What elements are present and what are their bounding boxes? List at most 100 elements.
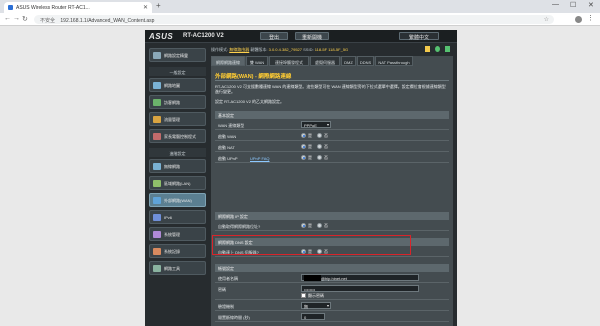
sidebar-item-traffic-manager[interactable]: 流量管理 bbox=[149, 112, 206, 126]
close-window-icon[interactable]: ✕ bbox=[588, 1, 594, 9]
reload-icon[interactable]: ↻ bbox=[22, 15, 28, 23]
maximize-icon[interactable]: ☐ bbox=[570, 1, 576, 9]
sidebar-item-system-log[interactable]: 系統記錄 bbox=[149, 244, 206, 258]
back-icon[interactable]: ← bbox=[4, 15, 11, 22]
close-tab-icon[interactable]: ✕ bbox=[143, 4, 148, 11]
idle-row: 閒置斷線時間 (秒) 0 bbox=[215, 311, 449, 322]
language-select[interactable]: 繁體中文 bbox=[399, 32, 439, 41]
yes-label: 是 bbox=[308, 144, 312, 149]
auto-ip-row: 自動取得網際網路位址? 是 否 bbox=[215, 220, 449, 231]
yes-label: 是 bbox=[308, 223, 312, 228]
idle-value: 0 bbox=[304, 315, 307, 320]
minimize-icon[interactable]: — bbox=[552, 1, 559, 8]
new-tab-icon[interactable]: + bbox=[156, 1, 161, 10]
no-label: 否 bbox=[324, 155, 328, 160]
tab-ddns[interactable]: DDNS bbox=[357, 56, 374, 66]
title-divider bbox=[215, 80, 449, 81]
tab-port-trigger[interactable]: 連接埠觸發程式 bbox=[269, 56, 309, 66]
sidebar-item-setup-wizard-icon bbox=[153, 52, 161, 59]
mode-label: 操作模式: bbox=[211, 47, 229, 52]
enable-upnp-no-radio[interactable] bbox=[317, 155, 322, 160]
wan-type-label: WAN 連線類型 bbox=[218, 123, 245, 128]
sidebar-item-network-tools[interactable]: 網路工具 bbox=[149, 261, 206, 275]
show-password-checkbox[interactable] bbox=[301, 293, 306, 298]
ssid-label: SSID: bbox=[303, 47, 314, 52]
enable-nat-label: 啟動 NAT bbox=[218, 145, 235, 150]
ssid-value-1: 118-5F bbox=[314, 47, 328, 52]
tab-internet-connection[interactable]: 網際網路連線 bbox=[211, 56, 245, 66]
sidebar-item-wan[interactable]: 外部網路(WAN) bbox=[149, 193, 206, 207]
section-account-heading: 帳號設定 bbox=[215, 264, 449, 272]
asus-logo: ASUS bbox=[149, 32, 174, 41]
no-label: 否 bbox=[324, 223, 328, 228]
tab-nat-passthrough[interactable]: NAT Passthrough bbox=[375, 56, 413, 66]
chevron-down-icon: ▾ bbox=[326, 122, 329, 127]
wifi-status-icon[interactable] bbox=[435, 46, 440, 52]
tab-dual-wan[interactable]: 雙 WAN bbox=[246, 56, 268, 66]
enable-wan-no-radio[interactable] bbox=[317, 133, 322, 138]
password-row: 密碼 •••••••• 顯示密碼 bbox=[215, 283, 449, 300]
enable-nat-no-radio[interactable] bbox=[317, 144, 322, 149]
auth-value: 無 bbox=[304, 304, 308, 309]
sidebar-item-traffic-manager-icon bbox=[153, 116, 161, 123]
browser-tab-bar: ASUS Wireless Router RT-AC1... ✕ + — ☐ ✕ bbox=[0, 0, 600, 13]
enable-upnp-label: 啟動 UPnP bbox=[218, 156, 238, 161]
reboot-button[interactable]: 重新開機 bbox=[295, 32, 329, 41]
wan-type-select[interactable]: PPPoE ▾ bbox=[301, 121, 331, 128]
alert-icon[interactable] bbox=[425, 46, 430, 52]
sidebar-item-system-log-icon bbox=[153, 248, 161, 255]
auth-select[interactable]: 無 ▾ bbox=[301, 302, 331, 309]
browser-tab-title: ASUS Wireless Router RT-AC1... bbox=[16, 5, 90, 11]
auth-row: 驗證機制 無 ▾ bbox=[215, 300, 449, 311]
idle-input[interactable]: 0 bbox=[301, 313, 325, 320]
sidebar-item-wireless[interactable]: 無線網路 bbox=[149, 159, 206, 173]
router-top-bar: ASUS RT-AC1200 V2 登出 重新開機 繁體中文 bbox=[145, 30, 457, 43]
usb-status-icon[interactable] bbox=[445, 46, 450, 52]
ssid-value-2: 118-5F_5G bbox=[328, 47, 349, 52]
description-text: RT-AC1200 V2 可支援數種連線 WAN 的連線類型。這些類型可在 WA… bbox=[215, 84, 446, 94]
main-content: 網際網路連線雙 WAN 連接埠觸發程式 虛擬伺服器 DMZ DDNS NAT Passth… bbox=[211, 56, 453, 326]
wan-type-value: PPPoE bbox=[304, 123, 317, 128]
sidebar-item-parental-controls[interactable]: 家長電腦控制程式 bbox=[149, 129, 206, 143]
password-input[interactable]: •••••••• bbox=[301, 285, 419, 292]
idle-label: 閒置斷線時間 (秒) bbox=[218, 315, 250, 320]
mode-value[interactable]: 無線路由器 bbox=[229, 47, 249, 52]
firmware-value[interactable]: 3.0.0.4.382_79527 bbox=[269, 47, 302, 52]
sidebar-item-setup-wizard[interactable]: 網路設定精靈 bbox=[149, 48, 206, 62]
security-label[interactable]: 不安全 bbox=[40, 18, 55, 24]
section-ip-heading: 網際網路 IP 設定 bbox=[215, 212, 449, 220]
sidebar-item-network-map[interactable]: 網路地圖 bbox=[149, 78, 206, 92]
enable-upnp-yes-radio[interactable] bbox=[301, 155, 306, 160]
sidebar-item-administration[interactable]: 系統管理 bbox=[149, 227, 206, 241]
tab-dmz[interactable]: DMZ bbox=[341, 56, 356, 66]
username-label: 使用者名稱 bbox=[218, 276, 238, 281]
sidebar-item-lan[interactable]: 區域網路(LAN) bbox=[149, 176, 206, 190]
sidebar-item-network-map-icon bbox=[153, 82, 161, 89]
enable-nat-yes-radio[interactable] bbox=[301, 144, 306, 149]
address-bar[interactable]: 不安全 192.168.1.1/Advanced_WAN_Content.asp… bbox=[34, 15, 554, 24]
upnp-faq-link[interactable]: UPnP FAQ bbox=[250, 156, 270, 161]
yes-label: 是 bbox=[308, 133, 312, 138]
enable-upnp-row: 啟動 UPnP UPnP FAQ 是 否 bbox=[215, 152, 449, 163]
section-basic-heading: 基本設定 bbox=[215, 111, 449, 119]
username-row: 使用者名稱 @hip.hinet.net bbox=[215, 272, 449, 283]
username-input[interactable]: @hip.hinet.net bbox=[301, 274, 419, 281]
bookmark-star-icon[interactable]: ☆ bbox=[544, 16, 549, 23]
sidebar-item-guest-network-label: 訪客網路 bbox=[164, 100, 180, 105]
enable-wan-yes-radio[interactable] bbox=[301, 133, 306, 138]
logout-button[interactable]: 登出 bbox=[260, 32, 288, 41]
sidebar-item-lan-icon bbox=[153, 180, 161, 187]
browser-menu-icon[interactable]: ⋮ bbox=[587, 14, 594, 22]
forward-icon[interactable]: → bbox=[13, 15, 20, 22]
sidebar-item-administration-icon bbox=[153, 231, 161, 238]
profile-avatar[interactable] bbox=[575, 16, 582, 23]
tab-virtual-server[interactable]: 虛擬伺服器 bbox=[310, 56, 340, 66]
sidebar-item-guest-network[interactable]: 訪客網路 bbox=[149, 95, 206, 109]
browser-tab[interactable]: ASUS Wireless Router RT-AC1... ✕ bbox=[4, 2, 152, 13]
sidebar-item-system-log-label: 系統記錄 bbox=[164, 249, 180, 254]
auto-ip-yes-radio[interactable] bbox=[301, 223, 306, 228]
router-page: ASUS RT-AC1200 V2 登出 重新開機 繁體中文 操作模式: 無線路… bbox=[145, 30, 457, 326]
sidebar-item-ipv6[interactable]: IPv6 bbox=[149, 210, 206, 224]
auto-ip-no-radio[interactable] bbox=[317, 223, 322, 228]
sidebar-item-network-tools-label: 網路工具 bbox=[164, 266, 180, 271]
